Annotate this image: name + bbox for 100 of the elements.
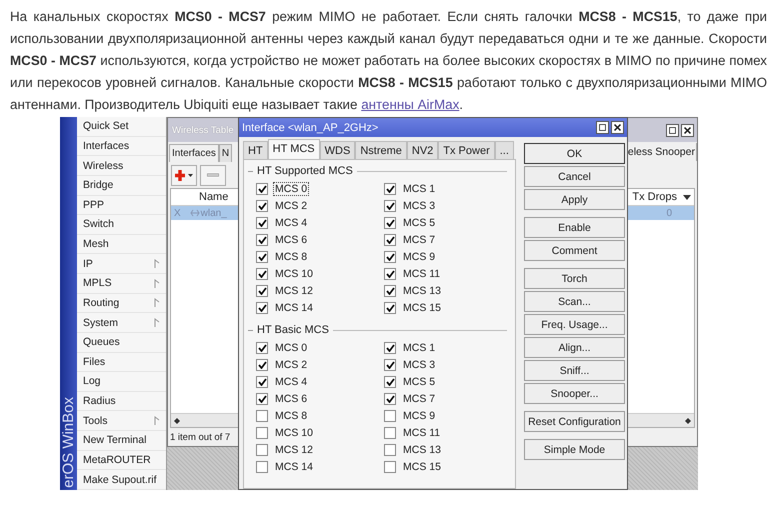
checkbox[interactable] (384, 268, 396, 280)
checkbox[interactable] (384, 182, 396, 194)
menu-item[interactable]: Switch (77, 215, 166, 235)
checkbox[interactable] (384, 200, 396, 212)
menu-item[interactable]: Radius (77, 392, 166, 412)
maximize-icon[interactable] (596, 121, 609, 134)
menu-item[interactable]: Log (77, 372, 166, 392)
checkbox-label[interactable]: MCS 13 (402, 284, 442, 296)
checkbox-label[interactable]: MCS 14 (274, 302, 314, 314)
checkbox-label[interactable]: MCS 5 (402, 216, 436, 228)
dialog-button[interactable]: Snooper... (524, 383, 625, 404)
checkbox[interactable] (256, 410, 268, 422)
checkbox-label[interactable]: MCS 11 (402, 268, 442, 280)
checkbox-label[interactable]: MCS 10 (274, 268, 314, 280)
checkbox[interactable] (384, 444, 396, 456)
checkbox[interactable] (256, 444, 268, 456)
close-icon[interactable] (681, 124, 694, 136)
menu-item[interactable]: Files (77, 352, 166, 372)
checkbox-label[interactable]: MCS 12 (274, 444, 314, 456)
checkbox[interactable] (256, 342, 268, 354)
menu-item[interactable]: Make Supout.rif (77, 470, 166, 490)
checkbox-label[interactable]: MCS 8 (274, 250, 308, 262)
menu-item[interactable]: MetaROUTER (77, 450, 166, 470)
checkbox[interactable] (384, 460, 396, 472)
checkbox[interactable] (256, 302, 268, 314)
menu-item[interactable]: Bridge (77, 176, 166, 196)
close-icon[interactable] (611, 121, 624, 134)
checkbox-label[interactable]: MCS 10 (274, 426, 314, 438)
menu-item[interactable]: System (77, 313, 166, 333)
checkbox[interactable] (256, 216, 268, 228)
checkbox[interactable] (384, 392, 396, 404)
checkbox[interactable] (256, 200, 268, 212)
menu-item[interactable]: PPP (77, 196, 166, 216)
dialog-button[interactable]: Torch (524, 268, 625, 289)
checkbox[interactable] (384, 216, 396, 228)
checkbox[interactable] (256, 284, 268, 296)
column-header[interactable]: Name (171, 191, 232, 203)
tab[interactable]: WDS (320, 141, 356, 159)
checkbox-label[interactable]: MCS 7 (402, 234, 436, 246)
menu-item[interactable]: New Terminal (77, 431, 166, 451)
dialog-button[interactable]: Sniff... (524, 360, 625, 381)
menu-item[interactable]: Wireless (77, 156, 166, 176)
dialog-button[interactable]: Freq. Usage... (524, 314, 625, 335)
checkbox[interactable] (256, 358, 268, 370)
dialog-button[interactable]: Comment (524, 240, 625, 261)
checkbox-label[interactable]: MCS 0 (274, 182, 308, 194)
maximize-icon[interactable] (666, 124, 679, 136)
checkbox-label[interactable]: MCS 15 (402, 460, 442, 472)
checkbox-label[interactable]: MCS 11 (402, 426, 442, 438)
dropdown-arrow-icon[interactable] (680, 192, 694, 202)
dialog-button[interactable]: Apply (524, 189, 625, 210)
checkbox-label[interactable]: MCS 4 (274, 376, 308, 388)
checkbox-label[interactable]: MCS 2 (274, 358, 308, 370)
airmax-link[interactable]: антенны AirMax (361, 97, 460, 112)
checkbox[interactable] (256, 460, 268, 472)
checkbox-label[interactable]: MCS 1 (402, 182, 436, 194)
tab[interactable]: N (218, 144, 232, 162)
tab[interactable]: Interfaces (169, 144, 219, 162)
menu-item[interactable]: Queues (77, 332, 166, 352)
checkbox-label[interactable]: MCS 3 (402, 200, 436, 212)
menu-item[interactable]: MPLS (77, 274, 166, 294)
dialog-button[interactable]: Scan... (524, 291, 625, 312)
checkbox-label[interactable]: MCS 0 (274, 342, 308, 354)
tab[interactable]: Tx Power (438, 141, 495, 159)
checkbox[interactable] (384, 250, 396, 262)
tab[interactable]: ... (494, 141, 514, 159)
menu-item[interactable]: Interfaces (77, 136, 166, 156)
dialog-button[interactable]: Enable (524, 217, 625, 238)
checkbox-label[interactable]: MCS 14 (274, 460, 314, 472)
checkbox-label[interactable]: MCS 4 (274, 216, 308, 228)
menu-item[interactable]: Mesh (77, 234, 166, 254)
checkbox-label[interactable]: MCS 5 (402, 376, 436, 388)
checkbox[interactable] (384, 426, 396, 438)
checkbox[interactable] (384, 284, 396, 296)
menu-item[interactable]: Tools (77, 411, 166, 431)
dialog-button[interactable]: Align... (524, 337, 625, 358)
tab[interactable]: HT (243, 141, 268, 159)
menu-item[interactable]: Quick Set (77, 117, 166, 137)
checkbox-label[interactable]: MCS 6 (274, 234, 308, 246)
remove-button[interactable] (200, 164, 226, 186)
checkbox[interactable] (256, 182, 268, 194)
dialog-button[interactable]: Cancel (524, 166, 625, 187)
checkbox[interactable] (256, 250, 268, 262)
checkbox[interactable] (384, 376, 396, 388)
menu-item[interactable]: IP (77, 254, 166, 274)
checkbox-label[interactable]: MCS 7 (402, 392, 436, 404)
checkbox-label[interactable]: MCS 12 (274, 284, 314, 296)
checkbox[interactable] (256, 426, 268, 438)
tab[interactable]: NV2 (406, 141, 438, 159)
add-button[interactable] (171, 164, 197, 186)
dialog-button[interactable]: OK (524, 143, 625, 164)
checkbox[interactable] (384, 410, 396, 422)
checkbox[interactable] (384, 302, 396, 314)
checkbox[interactable] (384, 358, 396, 370)
menu-item[interactable]: Routing (77, 294, 166, 314)
checkbox-label[interactable]: MCS 15 (402, 302, 442, 314)
checkbox-label[interactable]: MCS 8 (274, 410, 308, 422)
checkbox[interactable] (256, 234, 268, 246)
checkbox[interactable] (256, 268, 268, 280)
dialog-button[interactable]: Reset Configuration (524, 411, 625, 432)
